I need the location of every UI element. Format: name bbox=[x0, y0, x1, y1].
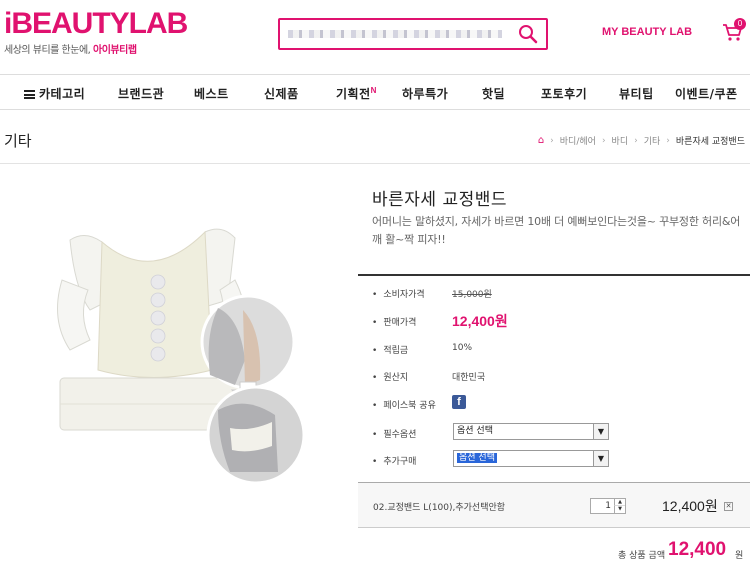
selected-option-price: 12,400원 bbox=[662, 498, 718, 514]
additional-purchase-select[interactable]: 옵션 선택 ▼ bbox=[453, 450, 609, 467]
sale-price-label: 판매가격 bbox=[372, 318, 416, 328]
quantity-stepper[interactable]: 1 ▲ ▼ bbox=[590, 498, 626, 514]
total-price: 12,400 bbox=[668, 539, 727, 560]
cart-count-badge: 0 bbox=[734, 18, 746, 30]
main-nav: 카테고리 브랜드관 베스트 신제품 기획전N 하루특가 핫딜 포토후기 뷰티팁 … bbox=[0, 74, 750, 110]
facebook-share-row: 페이스북 공유 f bbox=[372, 395, 466, 411]
required-option-value: 옵션 선택 bbox=[457, 426, 493, 436]
consumer-price: 15,000원 bbox=[452, 290, 492, 300]
consumer-price-label: 소비자가격 bbox=[372, 290, 425, 300]
menu-icon bbox=[24, 90, 35, 99]
nav-special-label: 기획전 bbox=[336, 87, 371, 101]
selected-option-name: 02.교정밴드 L(100),추가선택안함 bbox=[373, 503, 506, 513]
quantity-down-icon[interactable]: ▼ bbox=[614, 506, 625, 513]
cart-button[interactable]: 0 bbox=[722, 18, 746, 44]
chevron-down-icon: ▼ bbox=[593, 424, 608, 439]
origin-row: 원산지 대한민국 bbox=[372, 370, 485, 383]
breadcrumb-separator: › bbox=[550, 135, 554, 146]
consumer-price-row: 소비자가격 15,000원 bbox=[372, 287, 492, 300]
nav-event-coupon[interactable]: 이벤트/쿠폰 bbox=[675, 85, 738, 102]
divider bbox=[358, 274, 750, 276]
new-badge: N bbox=[370, 86, 377, 95]
additional-purchase-value: 옵션 선택 bbox=[457, 453, 497, 463]
quantity-up-icon[interactable]: ▲ bbox=[614, 499, 625, 506]
points-value: 10% bbox=[452, 343, 473, 353]
origin-label: 원산지 bbox=[372, 373, 408, 383]
breadcrumb: ⌂ › 바디/헤어 › 바디 › 기타 › 바른자세 교정밴드 bbox=[538, 134, 745, 147]
my-beauty-lab-link[interactable]: MY BEAUTY LAB bbox=[602, 26, 692, 38]
quantity-value: 1 bbox=[605, 501, 611, 511]
remove-option-icon[interactable]: ✕ bbox=[724, 502, 733, 511]
required-option-row: 필수옵션 bbox=[372, 427, 416, 440]
logo-tagline: 세상의 뷰티를 한눈에, 아이뷰티랩 bbox=[4, 41, 187, 56]
required-option-label: 필수옵션 bbox=[372, 430, 416, 440]
product-image bbox=[57, 228, 306, 485]
sale-price: 12,400원 bbox=[452, 313, 508, 329]
tagline-text: 세상의 뷰티를 한눈에, bbox=[4, 45, 91, 56]
additional-purchase-label: 추가구매 bbox=[372, 457, 416, 467]
divider bbox=[0, 163, 750, 164]
search-obscured-text bbox=[288, 30, 502, 38]
logo-text: iBEAUTYLAB bbox=[4, 7, 188, 40]
points-label: 적립금 bbox=[372, 346, 408, 356]
breadcrumb-item[interactable]: 바디 bbox=[612, 134, 629, 147]
search-icon[interactable] bbox=[518, 24, 538, 44]
home-icon[interactable]: ⌂ bbox=[538, 135, 544, 146]
sale-price-row: 판매가격 12,400원 bbox=[372, 313, 508, 329]
breadcrumb-current: 바른자세 교정밴드 bbox=[675, 137, 745, 147]
origin-value: 대한민국 bbox=[452, 373, 486, 383]
total-price-label: 총 상품 금액 bbox=[618, 551, 666, 561]
nav-photo-review[interactable]: 포토후기 bbox=[541, 85, 587, 102]
breadcrumb-separator: › bbox=[666, 135, 670, 146]
breadcrumb-item[interactable]: 기타 bbox=[644, 134, 661, 147]
nav-new-products[interactable]: 신제품 bbox=[264, 85, 299, 102]
nav-special[interactable]: 기획전N bbox=[336, 85, 377, 102]
page-title: 기타 bbox=[4, 132, 32, 150]
breadcrumb-item[interactable]: 바디/헤어 bbox=[560, 134, 596, 147]
total-price-unit: 원 bbox=[735, 551, 744, 561]
site-logo[interactable]: iBEAUTYLAB 세상의 뷰티를 한눈에, 아이뷰티랩 bbox=[4, 7, 188, 57]
product-description: 어머니는 말하셨지, 자세가 바르면 10배 더 예뻐보인다는것을~ 꾸부정한 … bbox=[372, 215, 741, 246]
nav-best[interactable]: 베스트 bbox=[194, 85, 229, 102]
nav-category[interactable]: 카테고리 bbox=[24, 85, 85, 102]
nav-hot-deal[interactable]: 핫딜 bbox=[482, 85, 505, 102]
nav-category-label: 카테고리 bbox=[39, 87, 86, 101]
breadcrumb-separator: › bbox=[634, 135, 638, 146]
nav-beauty-tip[interactable]: 뷰티팁 bbox=[619, 85, 654, 102]
points-row: 적립금 10% bbox=[372, 343, 472, 356]
nav-brand[interactable]: 브랜드관 bbox=[118, 85, 164, 102]
facebook-icon[interactable]: f bbox=[452, 395, 466, 409]
required-option-select[interactable]: 옵션 선택 ▼ bbox=[453, 423, 609, 440]
search-box bbox=[278, 18, 548, 50]
chevron-down-icon: ▼ bbox=[593, 451, 608, 466]
facebook-share-label: 페이스북 공유 bbox=[372, 401, 436, 411]
nav-daily-deal[interactable]: 하루특가 bbox=[402, 85, 448, 102]
tagline-brand: 아이뷰티랩 bbox=[93, 45, 137, 56]
product-name: 바른자세 교정밴드 bbox=[372, 190, 508, 210]
breadcrumb-separator: › bbox=[601, 135, 606, 146]
additional-purchase-row: 추가구매 bbox=[372, 454, 416, 467]
